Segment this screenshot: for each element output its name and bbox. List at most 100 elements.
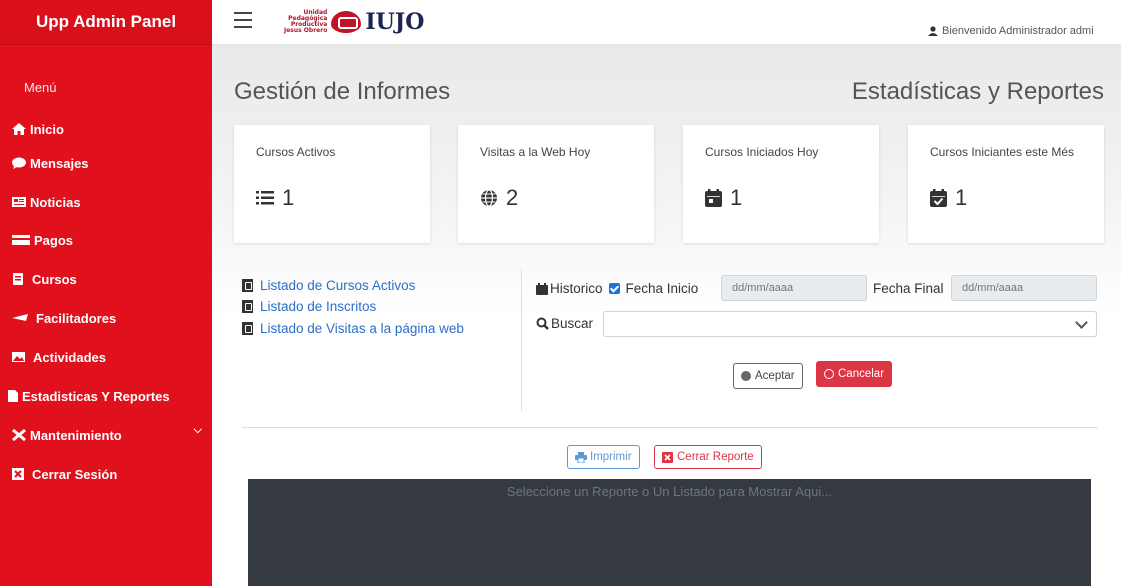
- file-pdf-icon: [8, 390, 20, 402]
- cancel-button[interactable]: Cancelar: [816, 361, 893, 387]
- chevron-down-icon: [1075, 316, 1088, 329]
- close-box-icon: [12, 468, 28, 480]
- book-icon: [12, 273, 28, 285]
- chevron-down-icon[interactable]: ⌵: [194, 424, 202, 437]
- sidebar-item-actividades[interactable]: Actividades: [12, 346, 202, 368]
- stat-card-visitas: Visitas a la Web Hoy 2: [458, 125, 654, 243]
- newspaper-icon: [12, 196, 26, 208]
- historico-label: Historico: [550, 281, 603, 296]
- buscar-select[interactable]: [603, 311, 1097, 337]
- image-icon: [12, 351, 29, 363]
- stat-label: Cursos Iniciados Hoy: [705, 145, 819, 159]
- sidebar-item-label: Mensajes: [30, 155, 89, 171]
- calendar-icon: [705, 189, 722, 207]
- logo-emblem: [331, 11, 362, 33]
- tools-icon: [12, 428, 26, 442]
- print-label: Imprimir: [590, 451, 632, 463]
- print-button[interactable]: Imprimir: [567, 445, 640, 469]
- file-pdf-icon: [242, 322, 253, 335]
- check-circle-icon: [741, 371, 751, 381]
- sidebar-item-mantenimiento[interactable]: Mantenimiento ⌵: [12, 424, 202, 446]
- chalkboard-teacher-icon: [12, 312, 32, 324]
- sidebar-item-label: Inicio: [30, 121, 64, 137]
- close-report-button[interactable]: Cerrar Reporte: [654, 445, 762, 469]
- money-icon: [12, 234, 30, 246]
- menu-heading: Menú: [24, 80, 57, 95]
- sidebar-item-label: Cerrar Sesión: [32, 466, 118, 482]
- report-link-text: Listado de Inscritos: [260, 299, 377, 314]
- sidebar-item-cursos[interactable]: Cursos: [12, 268, 202, 290]
- cancel-label: Cancelar: [838, 368, 885, 380]
- sidebar-item-noticias[interactable]: Noticias: [12, 191, 202, 213]
- stat-label: Visitas a la Web Hoy: [480, 145, 591, 159]
- page-subtitle: Estadísticas y Reportes: [851, 78, 1104, 105]
- fecha-inicio-label: Fecha Inicio: [625, 281, 699, 296]
- stat-label: Cursos Iniciantes este Més: [930, 145, 1075, 159]
- stat-value: 1: [955, 185, 968, 210]
- stat-card-cursos-iniciados: Cursos Iniciados Hoy 1: [683, 125, 879, 243]
- list-icon: [256, 191, 274, 205]
- globe-icon: [481, 189, 497, 207]
- vertical-divider: [521, 269, 522, 411]
- brand-title[interactable]: Upp Admin Panel: [0, 0, 212, 45]
- sidebar-item-pagos[interactable]: Pagos: [12, 229, 202, 251]
- sidebar-item-cerrar-sesion[interactable]: Cerrar Sesión: [12, 463, 202, 485]
- sidebar-item-label: Mantenimiento: [30, 427, 122, 443]
- report-placeholder-message: Seleccione un Reporte o Un Listado para …: [506, 484, 833, 499]
- sidebar-item-label: Estadisticas Y Reportes: [22, 388, 170, 404]
- stat-card-cursos-activos: Cursos Activos 1: [234, 125, 430, 243]
- sidebar: Upp Admin Panel Menú Inicio Mensajes Not…: [0, 0, 212, 586]
- report-link-visitas[interactable]: Listado de Visitas a la página web: [242, 321, 464, 336]
- calendar-check-icon: [930, 189, 947, 207]
- user-icon: [928, 26, 938, 36]
- sidebar-item-estadisticas[interactable]: Estadisticas Y Reportes: [8, 385, 198, 407]
- main-content: Gestión de Informes Estadísticas y Repor…: [212, 45, 1121, 586]
- fecha-final-input[interactable]: [951, 275, 1097, 301]
- buscar-label: Buscar: [551, 316, 594, 331]
- close-report-label: Cerrar Reporte: [677, 451, 754, 463]
- stat-label: Cursos Activos: [256, 145, 336, 159]
- buscar-field: Buscar: [536, 316, 593, 331]
- home-icon: [12, 123, 26, 135]
- logo-caption: Unidad Pedagógica Productiva Jesus Obrer…: [284, 9, 328, 34]
- ban-icon: [824, 369, 834, 379]
- report-link-cursos-activos[interactable]: Listado de Cursos Activos: [242, 278, 415, 293]
- accept-label: Aceptar: [755, 370, 795, 382]
- stat-value: 1: [282, 185, 295, 210]
- file-pdf-icon: [242, 300, 253, 313]
- sidebar-item-label: Pagos: [34, 232, 74, 248]
- page-title: Gestión de Informes: [234, 78, 451, 105]
- calendar-icon: [536, 282, 548, 295]
- historico-checkbox[interactable]: [608, 283, 620, 294]
- print-icon: [575, 451, 587, 463]
- comment-icon: [12, 157, 26, 169]
- welcome-user[interactable]: Bienvenido Administrador admi: [928, 25, 1094, 37]
- sidebar-item-label: Noticias: [30, 194, 81, 210]
- iujo-logo[interactable]: Unidad Pedagógica Productiva Jesus Obrer…: [284, 4, 424, 40]
- welcome-text: Bienvenido Administrador admi: [942, 25, 1094, 37]
- fecha-final-label: Fecha Final: [873, 281, 944, 296]
- top-navbar: Unidad Pedagógica Productiva Jesus Obrer…: [212, 0, 1121, 45]
- fecha-inicio-input[interactable]: [721, 275, 867, 301]
- report-link-inscritos[interactable]: Listado de Inscritos: [242, 299, 376, 314]
- hamburger-menu-icon[interactable]: [234, 12, 252, 28]
- stat-card-cursos-mes: Cursos Iniciantes este Més 1: [908, 125, 1104, 243]
- report-link-text: Listado de Cursos Activos: [260, 278, 416, 293]
- report-viewer: Seleccione un Reporte o Un Listado para …: [248, 479, 1091, 586]
- historico-field: Historico Fecha Inicio: [536, 281, 698, 296]
- sidebar-item-facilitadores[interactable]: Facilitadores: [12, 307, 202, 329]
- logo-text: IUJO: [365, 9, 425, 35]
- sidebar-item-label: Actividades: [33, 349, 106, 365]
- close-box-icon: [662, 451, 673, 463]
- stat-value: 1: [730, 185, 743, 210]
- file-pdf-icon: [242, 279, 253, 292]
- accept-button[interactable]: Aceptar: [733, 363, 803, 389]
- search-icon: [536, 317, 549, 330]
- sidebar-item-inicio[interactable]: Inicio: [12, 118, 202, 140]
- section-divider: [242, 427, 1098, 428]
- stat-value: 2: [506, 185, 519, 210]
- sidebar-item-label: Cursos: [32, 271, 77, 287]
- sidebar-item-mensajes[interactable]: Mensajes: [12, 152, 202, 174]
- sidebar-item-label: Facilitadores: [36, 310, 117, 326]
- report-link-text: Listado de Visitas a la página web: [260, 321, 464, 336]
